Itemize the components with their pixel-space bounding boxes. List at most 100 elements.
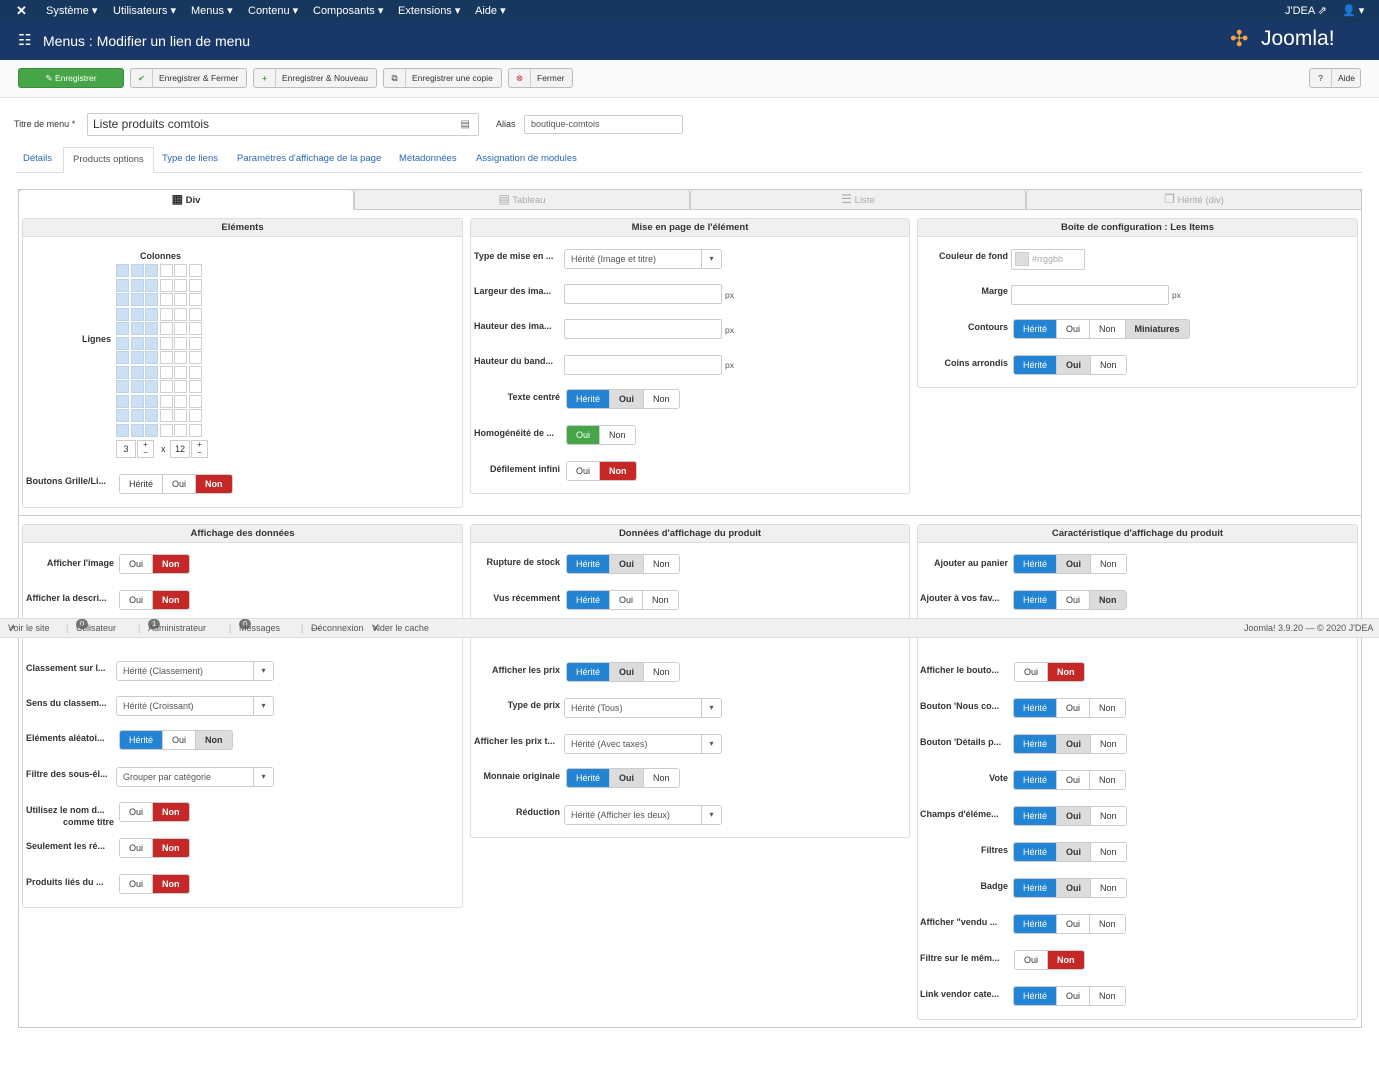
option-oui[interactable]: Oui <box>120 555 154 573</box>
grid-cell[interactable] <box>188 264 202 277</box>
badge-toggle[interactable]: Hérité Oui Non <box>1013 878 1127 898</box>
price-tax-select[interactable]: Hérité (Avec taxes) ▾ <box>564 734 722 754</box>
grid-cell[interactable] <box>145 307 158 321</box>
random-items-toggle[interactable]: Hérité Oui Non <box>119 730 233 750</box>
tab-assignation-modules[interactable]: Assignation de modules <box>476 147 577 173</box>
grid-cell[interactable] <box>188 278 202 292</box>
grid-cell[interactable] <box>159 409 173 422</box>
grid-cell[interactable] <box>145 278 158 292</box>
band-height-input[interactable] <box>564 355 722 375</box>
view-tab-liste[interactable]: ☰ Liste <box>690 189 1026 210</box>
grid-cell[interactable] <box>130 409 144 422</box>
show-button-toggle[interactable]: Oui Non <box>1014 662 1085 682</box>
menu-composants[interactable]: Composants ▾ <box>313 0 383 22</box>
grid-cell[interactable] <box>159 351 173 364</box>
option-oui[interactable]: Oui <box>1057 735 1092 753</box>
save-close-button[interactable]: ✔ Enregistrer & Fermer <box>130 68 247 88</box>
option-herite[interactable]: Hérité <box>1014 771 1058 789</box>
show-prices-toggle[interactable]: Hérité Oui Non <box>566 662 680 682</box>
sort-select[interactable]: Hérité (Classement) ▾ <box>116 661 274 681</box>
option-non[interactable]: Non <box>1091 879 1126 897</box>
grid-cell[interactable] <box>174 380 187 393</box>
option-herite[interactable]: Hérité <box>567 555 611 573</box>
option-non[interactable]: Non <box>643 591 678 609</box>
save-button[interactable]: ✎ Enregistrer <box>18 68 124 88</box>
subitems-filter-select[interactable]: Grouper par catégorie ▾ <box>116 767 274 787</box>
save-new-button[interactable]: + Enregistrer & Nouveau <box>253 68 377 88</box>
border-toggle[interactable]: Hérité Oui Non Miniatures <box>1013 319 1190 339</box>
option-oui[interactable]: Oui <box>120 839 154 857</box>
option-non[interactable]: Non <box>153 591 189 609</box>
option-non[interactable]: Non <box>153 875 189 893</box>
option-non[interactable]: Non <box>1091 735 1126 753</box>
option-non[interactable]: Non <box>1090 320 1126 338</box>
option-non[interactable]: Non <box>1091 807 1126 825</box>
joomla-logo-icon[interactable]: ✕ <box>16 0 27 22</box>
original-currency-toggle[interactable]: Hérité Oui Non <box>566 768 680 788</box>
option-oui[interactable]: Oui <box>120 591 154 609</box>
grid-cell[interactable] <box>188 322 202 335</box>
grid-cell[interactable] <box>130 278 144 292</box>
grid-cell[interactable] <box>188 365 202 379</box>
grid-cell[interactable] <box>145 423 158 437</box>
option-herite[interactable]: Hérité <box>567 591 611 609</box>
option-non[interactable]: Non <box>600 462 636 480</box>
centered-text-toggle[interactable]: Hérité Oui Non <box>566 389 680 409</box>
grid-cell[interactable] <box>159 380 173 393</box>
site-link[interactable]: J'DEA ⇗ <box>1285 0 1327 22</box>
option-herite[interactable]: Hérité <box>1014 843 1058 861</box>
grid-cell[interactable] <box>159 293 173 306</box>
option-oui[interactable]: Oui <box>1015 663 1049 681</box>
option-oui[interactable]: Oui <box>610 663 645 681</box>
show-sold-toggle[interactable]: Hérité Oui Non <box>1013 914 1126 934</box>
grid-cell[interactable] <box>174 394 187 408</box>
vendor-category-toggle[interactable]: Hérité Oui Non <box>1013 986 1126 1006</box>
contact-button-toggle[interactable]: Hérité Oui Non <box>1013 698 1126 718</box>
option-herite[interactable]: Hérité <box>1014 915 1058 933</box>
option-oui[interactable]: Oui <box>1057 320 1091 338</box>
option-oui[interactable]: Oui <box>1057 699 1091 717</box>
grid-cell[interactable] <box>116 351 129 364</box>
grid-cell[interactable] <box>188 423 202 437</box>
option-non[interactable]: Non <box>196 731 232 749</box>
option-non[interactable]: Non <box>1090 591 1126 609</box>
grid-cell[interactable] <box>159 365 173 379</box>
option-herite[interactable]: Hérité <box>120 731 164 749</box>
option-herite[interactable]: Hérité <box>1014 591 1058 609</box>
recently-viewed-toggle[interactable]: Hérité Oui Non <box>566 590 679 610</box>
option-herite[interactable]: Hérité <box>1014 356 1058 374</box>
details-button-toggle[interactable]: Hérité Oui Non <box>1013 734 1127 754</box>
grid-cell[interactable] <box>130 394 144 408</box>
option-oui[interactable]: Oui <box>1057 555 1092 573</box>
infinite-scroll-toggle[interactable]: Oui Non <box>566 461 637 481</box>
option-oui[interactable]: Oui <box>120 875 154 893</box>
grid-cell[interactable] <box>159 264 173 277</box>
option-non[interactable]: Non <box>644 390 679 408</box>
grid-cell[interactable] <box>188 351 202 364</box>
grid-cell[interactable] <box>174 278 187 292</box>
grid-cell[interactable] <box>188 307 202 321</box>
menu-contenu[interactable]: Contenu ▾ <box>248 0 298 22</box>
grid-cell[interactable] <box>130 380 144 393</box>
homogeneity-toggle[interactable]: Oui Non <box>566 425 636 445</box>
image-width-input[interactable] <box>564 284 722 304</box>
rounded-toggle[interactable]: Hérité Oui Non <box>1013 355 1127 375</box>
option-non[interactable]: Non <box>1091 356 1126 374</box>
option-oui[interactable]: Oui <box>610 591 644 609</box>
option-non[interactable]: Non <box>196 475 232 493</box>
menu-utilisateurs[interactable]: Utilisateurs ▾ <box>113 0 176 22</box>
option-non[interactable]: Non <box>644 663 679 681</box>
option-oui[interactable]: Oui <box>1057 915 1091 933</box>
option-herite[interactable]: Hérité <box>1014 735 1058 753</box>
use-name-toggle[interactable]: Oui Non <box>119 802 190 822</box>
option-oui[interactable]: Oui <box>1057 591 1091 609</box>
option-oui[interactable]: Oui <box>163 475 197 493</box>
grid-cell[interactable] <box>145 351 158 364</box>
grid-cell[interactable] <box>116 264 129 277</box>
tab-products-options[interactable]: Products options <box>63 147 154 173</box>
option-non[interactable]: Non <box>153 555 189 573</box>
grid-cell[interactable] <box>116 423 129 437</box>
grid-cell[interactable] <box>116 278 129 292</box>
option-non[interactable]: Non <box>1090 915 1125 933</box>
grid-cell[interactable] <box>145 336 158 350</box>
